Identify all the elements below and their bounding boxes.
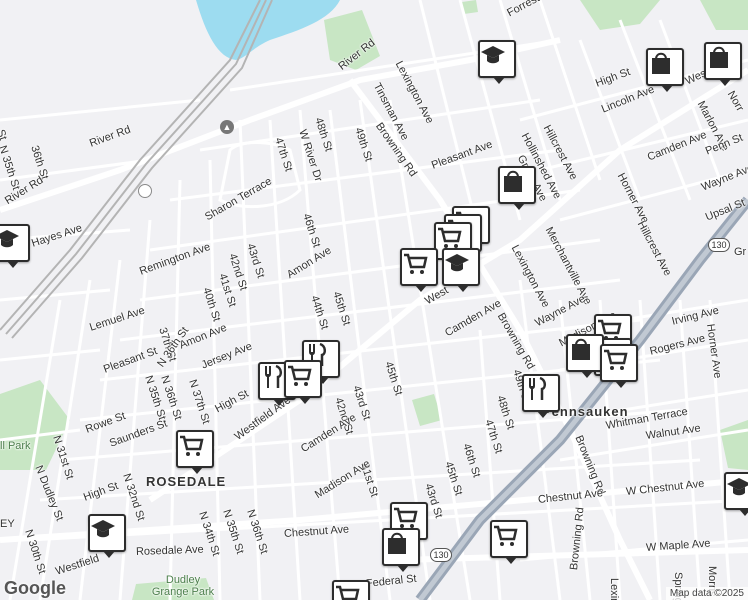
place-label-hill-park: ll Park [0, 440, 31, 452]
shopping-cart-icon [180, 435, 204, 456]
shopping-bag-icon [504, 170, 522, 192]
pin-school-3[interactable] [88, 514, 126, 558]
school-icon [445, 254, 469, 272]
highway-shield-130-bottom: 130 [430, 548, 452, 562]
restaurant-icon [529, 376, 546, 400]
school-icon [481, 46, 505, 64]
pin-grocery-1[interactable] [284, 360, 322, 404]
park-right-mid [720, 420, 748, 470]
pin-school-2[interactable] [442, 248, 480, 292]
pin-shopping-1[interactable] [646, 48, 684, 92]
pin-grocery-5[interactable] [176, 430, 214, 474]
pin-school-4[interactable] [0, 224, 30, 268]
shopping-bag-icon [652, 52, 670, 74]
shopping-cart-icon [394, 507, 418, 528]
university-icon[interactable]: ▲ [220, 120, 234, 134]
pin-grocery-4[interactable] [600, 344, 638, 388]
shopping-bag-icon [710, 46, 728, 68]
shopping-cart-icon [288, 365, 312, 386]
transit-station-icon[interactable] [138, 184, 152, 198]
shopping-cart-icon [494, 525, 518, 546]
park-top-right [580, 0, 660, 30]
shopping-cart-icon [438, 227, 462, 248]
shopping-cart-icon [404, 253, 428, 274]
pin-shopping-3[interactable] [498, 166, 536, 210]
school-icon [727, 478, 748, 496]
pin-shopping-4[interactable] [566, 334, 604, 378]
pin-shopping-2[interactable] [704, 42, 742, 86]
highway-shield-130-top: 130 [708, 238, 730, 252]
restaurant-icon [265, 364, 282, 388]
street-label-rosedale-ave: Rosedale Ave [135, 543, 204, 558]
street-label-ey: EY [0, 518, 15, 530]
google-logo: Google [4, 578, 66, 598]
shopping-bag-icon [388, 532, 406, 554]
map-attribution[interactable]: Map data ©2025 [665, 587, 748, 600]
shopping-cart-icon [604, 349, 628, 370]
school-icon [0, 230, 19, 248]
pin-restaurant-3[interactable] [522, 374, 560, 418]
street-label-lexin: Lexin [608, 578, 620, 600]
street-label-gr: Gr [734, 246, 747, 258]
place-label-rosedale: ROSEDALE [146, 474, 227, 489]
map-canvas[interactable]: River Rd Forrest Ave Lexington Ave Tinsm… [0, 0, 748, 600]
pin-school-1[interactable] [478, 40, 516, 84]
place-label-dudley-grange-park: Dudley Grange Park [151, 574, 215, 598]
pin-school-5[interactable] [724, 472, 748, 516]
park-top-far-right [700, 0, 748, 30]
pin-grocery-8[interactable] [332, 580, 370, 600]
pin-shopping-5[interactable] [382, 528, 420, 572]
pin-grocery-cluster-d[interactable] [400, 248, 438, 292]
pin-grocery-7[interactable] [490, 520, 528, 564]
shopping-cart-icon [336, 585, 360, 600]
school-icon [91, 520, 115, 538]
shopping-bag-icon [572, 338, 590, 360]
